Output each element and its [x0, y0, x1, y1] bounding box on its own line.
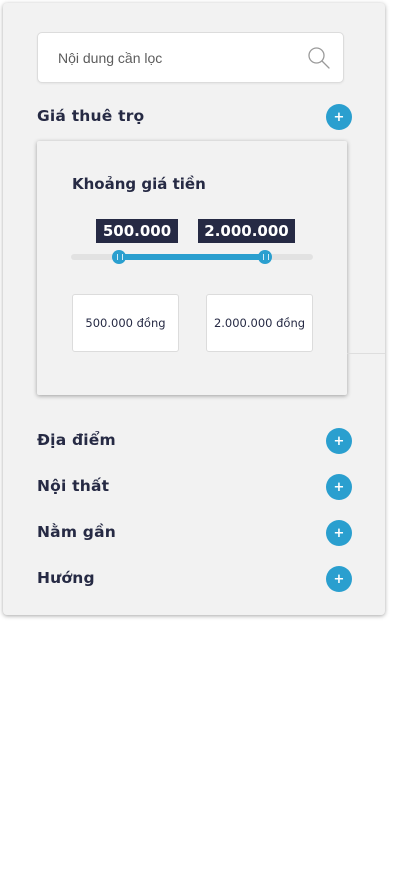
max-price-input[interactable]: 2.000.000 đồng	[206, 294, 313, 352]
section-price[interactable]: Giá thuê trọ +	[37, 104, 352, 130]
slider-handle-max[interactable]	[257, 250, 272, 264]
slider-fill	[119, 254, 265, 260]
price-range-slider[interactable]	[71, 250, 313, 264]
expand-direction-button[interactable]: +	[326, 566, 352, 592]
divider	[347, 353, 385, 354]
section-title-price: Giá thuê trọ	[37, 107, 145, 125]
section-direction[interactable]: Hướng +	[37, 566, 352, 592]
section-furniture[interactable]: Nội thất +	[37, 474, 352, 500]
expand-nearby-button[interactable]: +	[326, 520, 352, 546]
section-title-location: Địa điểm	[37, 431, 116, 449]
section-title-direction: Hướng	[37, 569, 95, 587]
price-range-title: Khoảng giá tiền	[72, 175, 206, 193]
price-range-card: Khoảng giá tiền 500.000 2.000.000 500.00…	[37, 141, 347, 395]
expand-price-button[interactable]: +	[326, 104, 352, 130]
search-icon[interactable]	[307, 46, 331, 70]
min-price-tag: 500.000	[96, 219, 178, 243]
search-box[interactable]	[37, 32, 344, 83]
min-price-input[interactable]: 500.000 đồng	[72, 294, 179, 352]
section-nearby[interactable]: Nằm gần +	[37, 520, 352, 546]
section-location[interactable]: Địa điểm +	[37, 428, 352, 454]
max-price-tag: 2.000.000	[198, 219, 295, 243]
slider-handle-min[interactable]	[112, 250, 127, 264]
expand-location-button[interactable]: +	[326, 428, 352, 454]
section-title-furniture: Nội thất	[37, 477, 110, 495]
section-title-nearby: Nằm gần	[37, 523, 116, 541]
expand-furniture-button[interactable]: +	[326, 474, 352, 500]
search-input[interactable]	[58, 33, 308, 82]
filter-panel: Giá thuê trọ + Khoảng giá tiền 500.000 2…	[3, 3, 385, 615]
